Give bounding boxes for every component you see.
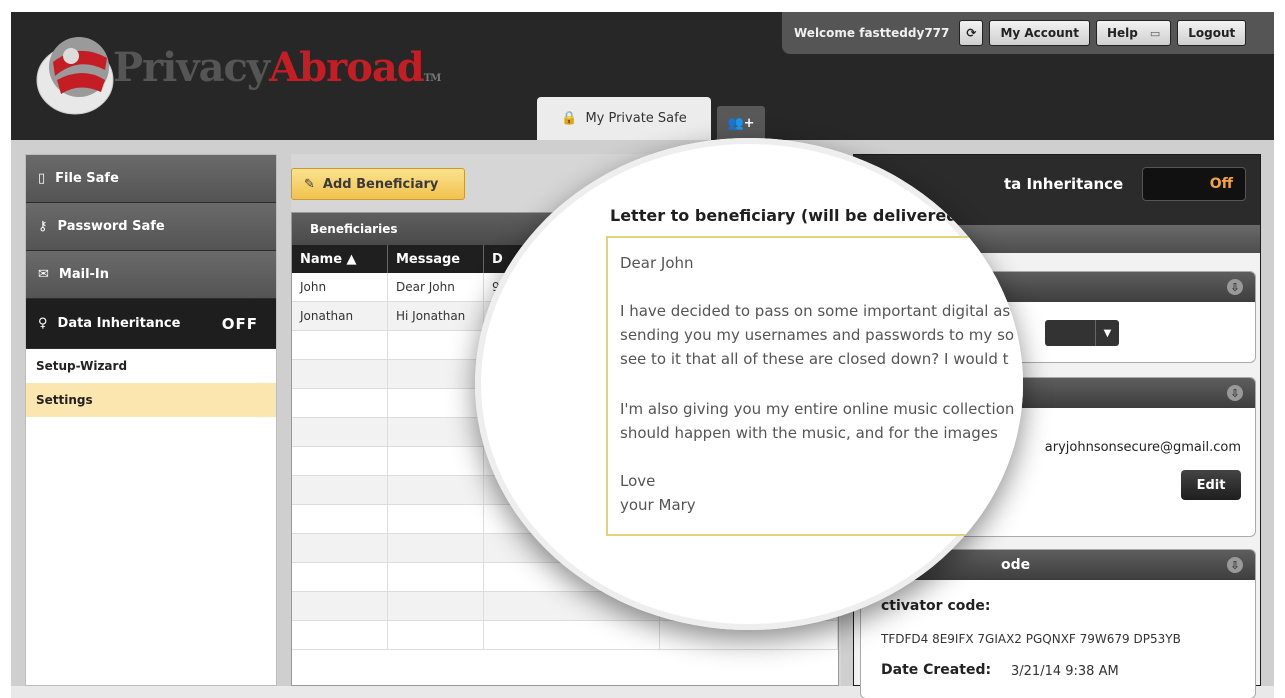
bulb-icon: ♀ <box>38 316 48 331</box>
sidebar-subitem-setup-wizard[interactable]: Setup-Wizard <box>26 349 276 383</box>
data-inheritance-toggle[interactable]: Off <box>1142 167 1246 201</box>
help-icon: ▭ <box>1149 26 1161 40</box>
cell-message: Dear John <box>388 273 484 301</box>
pencil-icon: ✎ <box>304 176 315 192</box>
sidebar-item-mail-in[interactable]: ✉ Mail-In <box>26 251 276 299</box>
edit-button[interactable]: Edit <box>1181 470 1241 500</box>
sidebar-item-password-safe[interactable]: ⚷ Password Safe <box>26 203 276 251</box>
tab-my-private-safe[interactable]: 🔒 My Private Safe <box>537 97 711 140</box>
box-title: ode <box>1001 557 1031 573</box>
refresh-icon: ⟳ <box>966 26 977 40</box>
toggle-label: Off <box>1209 176 1233 192</box>
letter-line: Love <box>620 472 656 490</box>
collapse-icon[interactable]: ⇩ <box>1227 557 1243 573</box>
add-user-tab[interactable]: 👥+ <box>717 106 765 140</box>
user-bar: Welcome fastteddy777 ⟳ My Account Help ▭… <box>782 12 1274 54</box>
panel-title: ta Inheritance <box>1004 175 1124 193</box>
status-badge: OFF <box>221 314 258 333</box>
dropdown-select[interactable]: ▼ <box>1045 320 1119 346</box>
letter-title: Letter to beneficiary (will be delivered… <box>610 206 1010 225</box>
sidebar-item-label: File Safe <box>55 171 119 186</box>
cell-name: John <box>292 273 388 301</box>
sidebar-item-label: Data Inheritance <box>57 316 181 331</box>
column-header-message[interactable]: Message <box>388 245 484 273</box>
globe-logo-icon <box>36 37 114 115</box>
letter-line: I'm also giving you my entire online mus… <box>620 400 1015 418</box>
top-bar: PrivacyAbroadTM Welcome fastteddy777 ⟳ M… <box>11 12 1274 140</box>
help-button[interactable]: Help ▭ <box>1095 20 1172 46</box>
date-created-value: 3/21/14 9:38 AM <box>1011 664 1119 679</box>
mail-icon: ✉ <box>38 267 49 282</box>
sidebar: ▯ File Safe ⚷ Password Safe ✉ Mail-In ♀ … <box>25 154 277 686</box>
add-beneficiary-label: Add Beneficiary <box>322 176 439 192</box>
activator-code-label: ctivator code: <box>881 598 991 614</box>
logo: PrivacyAbroadTM <box>35 22 441 122</box>
sidebar-item-file-safe[interactable]: ▯ File Safe <box>26 155 276 203</box>
logout-button[interactable]: Logout <box>1177 20 1247 46</box>
letter-line: your Mary <box>620 496 696 514</box>
collapse-icon[interactable]: ⇩ <box>1227 385 1243 401</box>
add-beneficiary-button[interactable]: ✎ Add Beneficiary <box>291 168 465 200</box>
letter-line: should happen with the music, and for th… <box>620 424 998 442</box>
add-user-icon: 👥+ <box>727 115 755 131</box>
help-label: Help <box>1106 26 1138 40</box>
letter-textarea[interactable]: Dear John I have decided to pass on some… <box>606 236 1023 536</box>
welcome-text: Welcome fastteddy777 <box>794 26 950 40</box>
my-account-button[interactable]: My Account <box>989 20 1090 46</box>
brand-name: PrivacyAbroadTM <box>113 44 441 91</box>
sidebar-subitem-settings[interactable]: Settings <box>26 383 276 417</box>
sidebar-item-label: Password Safe <box>57 219 165 234</box>
refresh-button[interactable]: ⟳ <box>959 20 984 46</box>
tab-bar: 🔒 My Private Safe 👥+ <box>537 97 765 140</box>
key-icon: ⚷ <box>38 219 48 234</box>
collapse-icon[interactable]: ⇩ <box>1227 279 1243 295</box>
letter-line: see to it that all of these are closed d… <box>620 350 1009 368</box>
cell-message: Hi Jonathan <box>388 302 484 330</box>
email-text: aryjohnsonsecure@gmail.com <box>1044 440 1241 455</box>
sidebar-item-data-inheritance[interactable]: ♀ Data Inheritance OFF <box>26 299 276 349</box>
cell-name: Jonathan <box>292 302 388 330</box>
file-icon: ▯ <box>38 171 46 186</box>
sidebar-item-label: Mail-In <box>58 267 110 282</box>
tab-label: My Private Safe <box>585 111 687 126</box>
chevron-down-icon: ▼ <box>1095 320 1119 346</box>
letter-line: I have decided to pass on some important… <box>620 302 1011 320</box>
magnifier-lens: Letter to beneficiary (will be delivered… <box>475 138 1023 630</box>
date-created-label: Date Created: <box>881 662 992 678</box>
column-header-name[interactable]: Name ▲ <box>292 245 388 273</box>
letter-line: Dear John <box>620 254 694 272</box>
lock-icon: 🔒 <box>561 111 578 126</box>
letter-line: sending you my usernames and passwords t… <box>620 326 1015 344</box>
activator-code-value: TFDFD4 8E9IFX 7GIAX2 PGQNXF 79W679 DP53Y… <box>881 632 1181 646</box>
